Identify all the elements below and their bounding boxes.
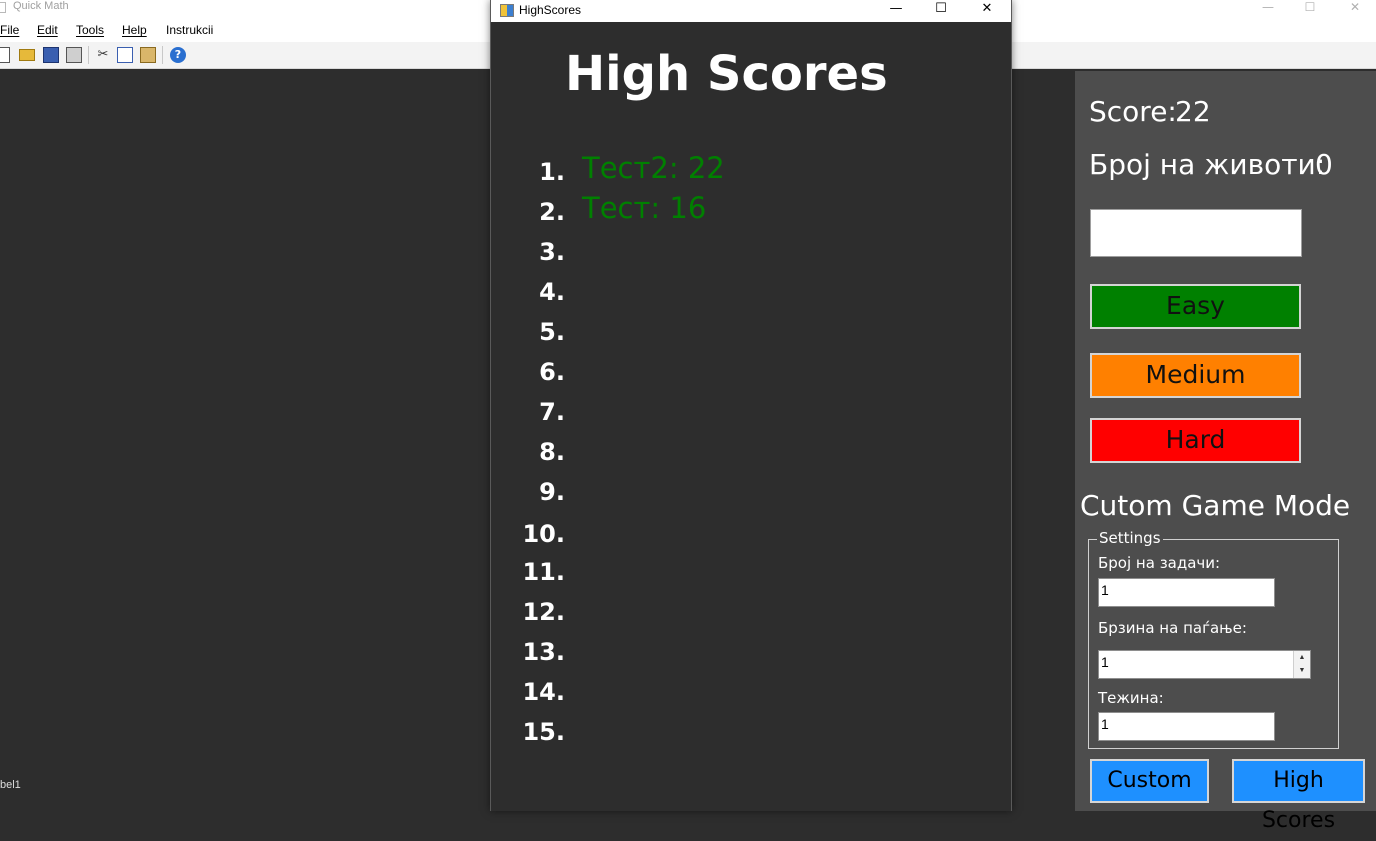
hs-minimize-button[interactable]: —: [873, 0, 919, 22]
rank-number: 4.: [539, 278, 565, 306]
spin-down-icon[interactable]: ▼: [1294, 664, 1310, 677]
easy-button[interactable]: Easy: [1090, 284, 1301, 329]
hs-maximize-button[interactable]: ☐: [918, 0, 964, 22]
menu-edit[interactable]: Edit: [37, 23, 58, 37]
answer-input[interactable]: [1090, 209, 1302, 257]
maximize-button[interactable]: ☐: [1287, 0, 1333, 18]
rank-number: 2.: [539, 198, 565, 226]
speed-stepper[interactable]: 1 ▲ ▼: [1098, 650, 1311, 679]
rank-number: 11.: [522, 558, 565, 586]
rank-number: 5.: [539, 318, 565, 346]
high-scores-button[interactable]: High Scores: [1232, 759, 1365, 833]
rank-number: 10.: [522, 520, 565, 548]
hs-close-button[interactable]: ✕: [964, 0, 1010, 22]
toolbar-separator: [162, 46, 163, 64]
difficulty-label: Тежина:: [1098, 689, 1164, 707]
game-panel: Score: 22 Број на животи: 0 Easy Medium …: [1075, 71, 1376, 833]
custom-button[interactable]: Custom: [1090, 759, 1209, 803]
toolbar-separator: [88, 46, 89, 64]
menu-file[interactable]: File: [0, 23, 19, 37]
rank-number: 8.: [539, 438, 565, 466]
speed-label: Брзина на паѓање:: [1098, 619, 1247, 637]
score-entry: Тест: 16: [582, 191, 707, 225]
highscores-window: HighScores — ☐ ✕ High Scores 1. 2. 3. 4.…: [490, 0, 1012, 811]
score-value: 22: [1175, 95, 1211, 128]
rank-number: 12.: [522, 598, 565, 626]
difficulty-input[interactable]: 1: [1098, 712, 1275, 741]
highscores-titlebar: HighScores — ☐ ✕: [491, 0, 1011, 22]
spin-buttons: ▲ ▼: [1293, 651, 1310, 678]
new-file-icon[interactable]: [0, 47, 10, 63]
open-folder-icon[interactable]: [19, 49, 35, 61]
tasks-label: Број на задачи:: [1098, 554, 1221, 572]
speed-value: 1: [1101, 654, 1109, 670]
rank-number: 13.: [522, 638, 565, 666]
help-icon[interactable]: ?: [170, 47, 186, 63]
settings-legend: Settings: [1097, 529, 1163, 547]
menu-tools[interactable]: Tools: [76, 23, 104, 37]
close-button[interactable]: ✕: [1332, 0, 1376, 18]
settings-group: Settings Број на задачи: 1 Брзина на паѓ…: [1088, 529, 1339, 749]
hard-button[interactable]: Hard: [1090, 418, 1301, 463]
paste-icon[interactable]: [140, 47, 156, 63]
medium-button[interactable]: Medium: [1090, 353, 1301, 398]
menu-instrukcii[interactable]: Instrukcii: [166, 23, 213, 37]
status-label: bel1: [0, 779, 21, 791]
minimize-button[interactable]: —: [1245, 0, 1291, 18]
rank-number: 7.: [539, 398, 565, 426]
highscores-heading: High Scores: [565, 46, 888, 102]
print-icon[interactable]: [66, 47, 82, 63]
score-label: Score:: [1089, 95, 1177, 128]
app-icon: [0, 2, 6, 13]
rank-number: 6.: [539, 358, 565, 386]
menu-help[interactable]: Help: [122, 23, 147, 37]
copy-icon[interactable]: [117, 47, 133, 63]
tasks-input[interactable]: 1: [1098, 578, 1275, 607]
rank-number: 3.: [539, 238, 565, 266]
main-window-title: Quick Math: [13, 0, 69, 12]
rank-number: 14.: [522, 678, 565, 706]
rank-number: 1.: [539, 158, 565, 186]
rank-number: 9.: [539, 478, 565, 506]
highscores-window-title: HighScores: [519, 3, 582, 17]
custom-mode-title: Cutom Game Mode: [1080, 489, 1351, 522]
lives-value: 0: [1315, 148, 1333, 181]
cut-icon[interactable]: ✂: [95, 47, 111, 63]
spin-up-icon[interactable]: ▲: [1294, 651, 1310, 664]
rank-number: 15.: [522, 718, 565, 746]
save-icon[interactable]: [43, 47, 59, 63]
score-entry: Тест2: 22: [582, 151, 725, 185]
lives-label: Број на животи:: [1089, 148, 1326, 181]
window-app-icon: [500, 4, 514, 17]
